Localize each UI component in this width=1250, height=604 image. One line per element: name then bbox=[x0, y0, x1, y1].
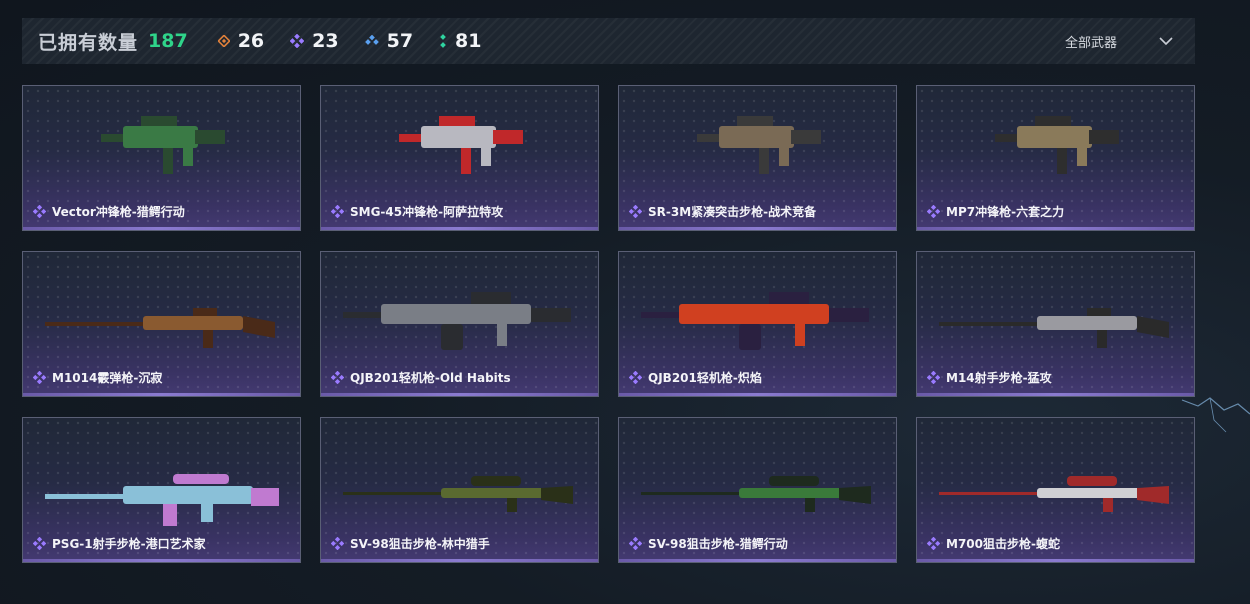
weapon-name: SV-98狙击步枪-猎鳄行动 bbox=[648, 537, 788, 551]
stat-green: 81 bbox=[439, 30, 482, 52]
stat-blue-value: 57 bbox=[386, 30, 414, 52]
weapon-caption: Vector冲锋枪-猎鳄行动 bbox=[33, 203, 185, 220]
lightning-decoration bbox=[1181, 397, 1250, 433]
purple-diamond-icon bbox=[33, 537, 46, 550]
weapon-name: Vector冲锋枪-猎鳄行动 bbox=[52, 205, 185, 219]
purple-diamond-icon bbox=[331, 205, 344, 218]
weapon-caption: QJB201轻机枪-炽焰 bbox=[629, 369, 762, 386]
orange-rarity-icon bbox=[217, 35, 230, 47]
weapon-image bbox=[45, 308, 275, 348]
weapon-card[interactable]: QJB201轻机枪-炽焰 bbox=[618, 251, 897, 397]
weapon-card[interactable]: Vector冲锋枪-猎鳄行动 bbox=[22, 85, 301, 231]
weapon-card[interactable]: QJB201轻机枪-Old Habits bbox=[320, 251, 599, 397]
weapon-filter-dropdown[interactable]: 全部武器 bbox=[1045, 18, 1195, 64]
purple-diamond-icon bbox=[33, 371, 46, 384]
weapon-image bbox=[641, 292, 869, 350]
weapon-caption: QJB201轻机枪-Old Habits bbox=[331, 369, 511, 386]
inventory-summary-bar: 已拥有数量 187 26 23 57 81 全部武器 bbox=[22, 18, 1195, 64]
weapon-name: SR-3M紧凑突击步枪-战术竞备 bbox=[648, 205, 817, 219]
weapon-card[interactable]: SV-98狙击步枪-猎鳄行动 bbox=[618, 417, 897, 563]
weapon-caption: MP7冲锋枪-六套之力 bbox=[927, 203, 1064, 220]
weapon-name: PSG-1射手步枪-港口艺术家 bbox=[52, 537, 206, 551]
weapon-card[interactable]: M1014霰弹枪-沉寂 bbox=[22, 251, 301, 397]
weapon-image bbox=[45, 474, 279, 526]
weapon-image bbox=[343, 292, 571, 350]
weapon-image bbox=[939, 476, 1169, 512]
purple-diamond-icon bbox=[331, 537, 344, 550]
purple-diamond-icon bbox=[927, 537, 940, 550]
weapon-caption: SV-98狙击步枪-林中猎手 bbox=[331, 535, 490, 552]
stat-green-value: 81 bbox=[455, 30, 482, 52]
stat-purple: 23 bbox=[290, 30, 339, 52]
weapon-caption: M700狙击步枪-蝮蛇 bbox=[927, 535, 1060, 552]
blue-rarity-icon bbox=[364, 35, 379, 45]
weapon-caption: SV-98狙击步枪-猎鳄行动 bbox=[629, 535, 788, 552]
weapon-filter-label: 全部武器 bbox=[1065, 35, 1118, 51]
weapon-card[interactable]: SV-98狙击步枪-林中猎手 bbox=[320, 417, 599, 563]
purple-diamond-icon bbox=[331, 371, 344, 384]
purple-diamond-icon bbox=[927, 371, 940, 384]
weapon-image bbox=[697, 116, 821, 174]
weapon-caption: SR-3M紧凑突击步枪-战术竞备 bbox=[629, 203, 816, 220]
stat-purple-value: 23 bbox=[312, 30, 339, 52]
weapon-name: M14射手步枪-猛攻 bbox=[946, 371, 1052, 385]
chevron-down-icon bbox=[1159, 36, 1173, 45]
purple-diamond-icon bbox=[927, 205, 940, 218]
purple-diamond-icon bbox=[629, 205, 642, 218]
weapon-card[interactable]: M14射手步枪-猛攻 bbox=[916, 251, 1195, 397]
weapon-grid: Vector冲锋枪-猎鳄行动 SMG-45冲锋枪-阿萨拉特攻 SR-3M紧凑突击步枪… bbox=[22, 85, 1195, 563]
stat-orange-value: 26 bbox=[237, 30, 265, 52]
stat-orange: 26 bbox=[217, 30, 265, 52]
weapon-card[interactable]: SMG-45冲锋枪-阿萨拉特攻 bbox=[320, 85, 599, 231]
owned-count-label: 已拥有数量 bbox=[38, 31, 139, 54]
weapon-name: M700狙击步枪-蝮蛇 bbox=[946, 537, 1060, 551]
weapon-card[interactable]: PSG-1射手步枪-港口艺术家 bbox=[22, 417, 301, 563]
weapon-caption: M14射手步枪-猛攻 bbox=[927, 369, 1052, 386]
weapon-image bbox=[939, 308, 1169, 348]
purple-diamond-icon bbox=[629, 371, 642, 384]
weapon-name: QJB201轻机枪-Old Habits bbox=[350, 371, 511, 385]
weapon-image bbox=[995, 116, 1119, 174]
weapon-image bbox=[399, 116, 523, 174]
weapon-card[interactable]: MP7冲锋枪-六套之力 bbox=[916, 85, 1195, 231]
weapon-name: M1014霰弹枪-沉寂 bbox=[52, 371, 163, 385]
weapon-image bbox=[343, 476, 573, 512]
weapon-name: QJB201轻机枪-炽焰 bbox=[648, 371, 762, 385]
weapon-caption: M1014霰弹枪-沉寂 bbox=[33, 369, 162, 386]
stat-blue: 57 bbox=[364, 30, 414, 52]
green-rarity-icon bbox=[440, 34, 446, 48]
purple-diamond-icon bbox=[33, 205, 46, 218]
weapon-card[interactable]: M700狙击步枪-蝮蛇 bbox=[916, 417, 1195, 563]
weapon-image bbox=[101, 116, 225, 174]
weapon-caption: PSG-1射手步枪-港口艺术家 bbox=[33, 535, 206, 552]
weapon-name: SV-98狙击步枪-林中猎手 bbox=[350, 537, 490, 551]
weapon-caption: SMG-45冲锋枪-阿萨拉特攻 bbox=[331, 203, 503, 220]
purple-diamond-icon bbox=[629, 537, 642, 550]
purple-rarity-icon bbox=[290, 34, 305, 48]
weapon-card[interactable]: SR-3M紧凑突击步枪-战术竞备 bbox=[618, 85, 897, 231]
weapon-name: MP7冲锋枪-六套之力 bbox=[946, 205, 1065, 219]
weapon-name: SMG-45冲锋枪-阿萨拉特攻 bbox=[350, 205, 504, 219]
weapon-image bbox=[641, 476, 871, 512]
owned-count-total: 187 bbox=[148, 30, 188, 52]
